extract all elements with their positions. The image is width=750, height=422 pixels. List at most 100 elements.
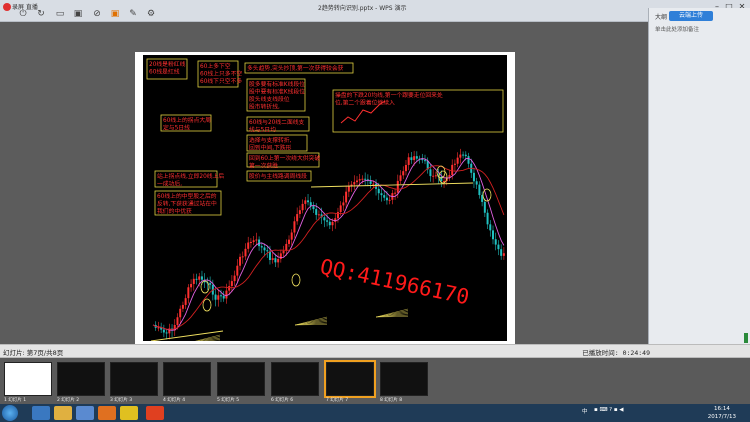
fan-line [375,311,409,318]
scroll-handle[interactable] [744,333,748,343]
candle-body [361,178,364,180]
mute-icon[interactable]: ⊘ [92,9,102,19]
refresh-icon[interactable]: ↻ [36,9,46,19]
candle-body [497,244,500,250]
thumbnail-strip: 1 幻灯片 1 2 幻灯片 2 3 幻灯片 3 4 幻灯片 4 5 幻灯片 5 … [0,358,750,404]
cloud-upload-button[interactable]: 云端上传 [669,11,713,21]
media-icon[interactable] [76,406,94,420]
candle-body [472,172,475,182]
annotation-text: 60线与20线二面线支 [249,118,305,126]
annotation-text: 第一次获胜 [249,162,278,170]
settings-icon[interactable]: ⚙ [146,9,156,19]
tray-icons[interactable]: ▪ ⌨ ? ▪ ◀ [594,407,624,413]
chart-svg: 20线是粉红线60线是红线 60上多下空60线上只多不空60线下只空不多多头趋势,… [146,58,505,341]
box-icon[interactable]: ▣ [73,9,83,19]
candle-body [358,179,361,181]
candle-body [233,275,236,282]
slide-counter: 幻灯片: 第7页/共8页 [3,349,64,357]
candle-body [301,203,304,211]
folder-icon[interactable] [54,406,72,420]
slide-thumb-5[interactable] [217,362,265,396]
candle-body [462,154,465,156]
candle-body [317,214,320,216]
candle-body [285,243,288,251]
annotation-text: 股市转折线, [249,103,280,111]
camera-icon[interactable]: ▣ [110,9,120,19]
candle-body [239,256,242,266]
candle-body [266,250,269,252]
candle-body [399,175,402,181]
current-slide[interactable]: 20线是粉红线 60线是红线 60上多下空 60线上只多不空 60线下只空不多 多头趋势,… [135,52,515,358]
candle-body [296,214,299,222]
candle-body [434,175,437,177]
outline-tab[interactable]: 大纲 [655,12,667,21]
candle-body [288,239,290,244]
annotation-text: 回到60上第一次绕大供突破 [249,154,320,162]
slide-thumb-7[interactable] [324,360,376,398]
slide-thumb-6[interactable] [271,362,319,396]
candle-body [356,180,358,183]
candle-body [200,276,203,280]
annotation-text: 操盘的下跌20均线,第一个跟要走位回来处 [335,91,443,99]
candle-body [372,183,375,185]
candle-body [263,247,266,251]
candle-body [195,278,198,280]
recorder-app-icon[interactable] [120,406,138,420]
candle-body [478,184,481,196]
candle-body [453,163,456,165]
pullback-circle [202,298,212,312]
slide-thumb-8[interactable] [380,362,428,396]
candle-body [500,249,503,256]
slide-thumb-label: 2 幻灯片 2 [57,398,80,403]
candle-body [347,186,350,192]
pullback-circle [291,273,301,287]
wps-icon[interactable] [146,406,164,420]
candle-body [467,156,470,164]
candlestick-chart: 20线是粉红线 60线是红线 60上多下空 60线上只多不空 60线下只空不多 多头趋势,… [143,55,507,341]
system-clock[interactable]: 16:14 2017/7/13 [708,405,736,421]
annotation-text: 一成功后, [157,180,182,188]
slide-thumb-label: 5 幻灯片 5 [217,398,240,403]
candle-body [407,157,410,165]
browser-icon[interactable] [98,406,116,420]
candle-body [323,217,326,221]
candle-body [271,258,274,260]
fan-line [294,319,328,326]
annotation-text: 股价与主线路调周线段 [249,172,307,180]
start-button[interactable] [2,405,18,421]
annotation-text: 线与5日均 [249,126,276,134]
candle-body [282,250,285,254]
input-language[interactable]: 中 [582,407,588,415]
candle-body [388,199,391,201]
candle-body [260,246,263,248]
ie-icon[interactable] [32,406,50,420]
slide-thumb-2[interactable] [57,362,105,396]
candle-body [424,160,426,162]
clock-time: 16:14 [713,406,730,412]
annotation-text: 60线上的拐点大周 [163,116,211,124]
candle-body [184,298,187,305]
slide-thumb-4[interactable] [163,362,211,396]
slide-thumb-1[interactable] [4,362,52,396]
candle-body [214,294,217,300]
message-icon[interactable]: ▭ [55,9,65,19]
resistance-line [310,182,474,188]
candle-body [290,232,293,240]
slide-thumb-3[interactable] [110,362,158,396]
candle-body [459,154,462,158]
brush-icon[interactable]: ✎ [128,9,138,19]
annotation-text: 60线上的中型股之后的 [157,192,217,200]
candle-body [252,240,255,242]
candle-body [464,154,467,157]
notes-placeholder[interactable]: 单击此处添加备注 [655,25,699,33]
power-icon[interactable]: ⏻ [18,9,28,19]
candle-body [380,193,383,196]
candle-body [364,178,367,180]
candle-body [217,295,220,300]
candle-body [277,259,280,263]
candle-body [157,327,160,329]
candle-body [241,256,244,258]
candle-body [304,200,307,204]
annotation-text: 股头线支线段位 [249,95,290,103]
candle-body [345,191,348,203]
